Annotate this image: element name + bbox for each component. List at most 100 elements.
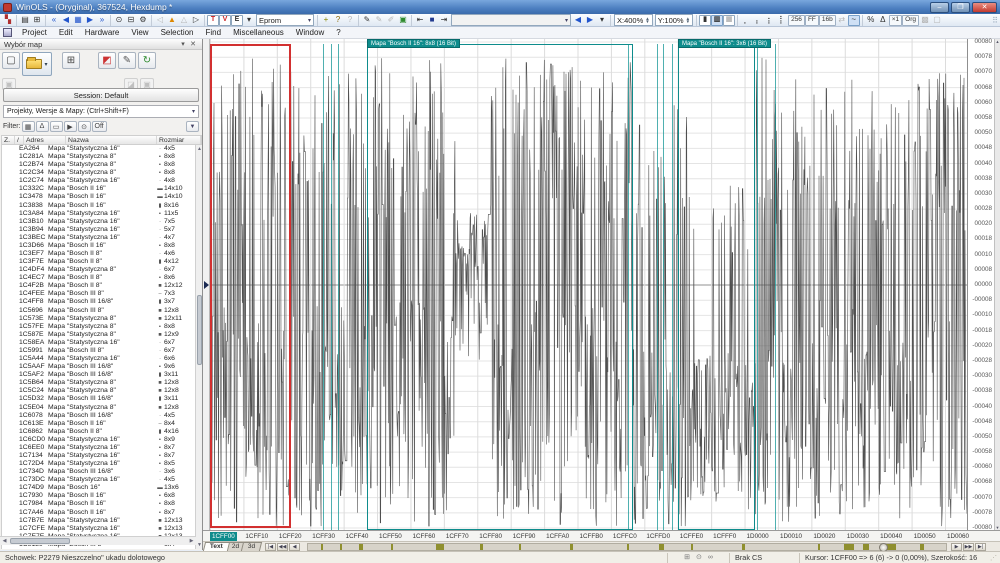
minimize-button[interactable]: – [930,2,949,13]
map-list-item[interactable]: 1C573EMapa "Statystyczna 8"■12x11 [2,315,196,323]
y-zoom-control[interactable]: Y:100%▲▼ [655,14,693,26]
panel-close-icon[interactable]: ✕ [188,40,198,48]
export-icon[interactable]: △ [178,15,190,26]
display-256-icon[interactable]: 256 [788,15,805,26]
checker-icon[interactable]: ▩ [919,15,931,26]
scroll-right-icon[interactable]: ▶ [187,537,196,546]
map-list-item[interactable]: 1C2C34Mapa "Statystyczna 8"▪8x8 [2,169,196,177]
menu-item-window[interactable]: Window [290,28,330,37]
help-icon[interactable]: ? [332,15,344,26]
2d-view-icon[interactable]: V [219,15,231,26]
filter-area-icon[interactable]: ▭ [50,121,63,132]
map-list-item[interactable]: 1C587EMapa "Statystyczna 8"■12x9 [2,331,196,339]
prev-diff-icon[interactable]: ⇤ [414,15,426,26]
resize-grip-icon[interactable]: ⋰ [990,554,1000,562]
map-list-item[interactable]: 1C3838Mapa "Bosch II 16"▮8x16 [2,202,196,210]
import-maps-icon[interactable]: ◩ [98,52,116,69]
maximize-button[interactable]: ❐ [951,2,970,13]
menu-item-selection[interactable]: Selection [155,28,200,37]
map-list-item[interactable]: 1C7CFEMapa "Statystyczna 16"■12x13 [2,525,196,533]
text-view-icon[interactable]: T [207,15,219,26]
map-list-item[interactable]: 1C4EC7Mapa "Bosch II 8"▪8x6 [2,274,196,282]
display-16bit-icon[interactable]: 16b [819,15,836,26]
menu-item-project[interactable]: Project [16,28,53,37]
scroll-far-left-button-2[interactable]: ◀ [289,543,300,551]
map-list-item[interactable]: 1C3EF7Mapa "Bosch II 8"·4x6 [2,250,196,258]
filter-cursor-icon[interactable]: ▶ [64,121,77,132]
filter-delta-icon[interactable]: Δ [36,121,49,132]
nav-prev-icon[interactable]: ◀ [572,15,584,26]
context-help-icon[interactable]: ? [344,15,356,26]
width-4byte-icon[interactable]: ⡇ [776,15,788,26]
view-dropdown-icon[interactable]: ▾ [243,15,255,26]
column-header-rozmiar[interactable]: Rozmiar [157,136,201,144]
map-tools-icon[interactable]: ✐ [385,15,397,26]
curve-mode-icon[interactable]: ~ [848,15,860,26]
view-tab-3d[interactable]: 3d [241,542,262,551]
map-list-item[interactable]: 1C4FF8Mapa "Bosch III 16/8"▮3x7 [2,298,196,306]
map-list-item[interactable]: 1C7134Mapa "Statystyczna 16"▪8x7 [2,452,196,460]
x-zoom-control[interactable]: X:400%▲▼ [614,14,653,26]
open-maps-folder-icon[interactable]: ▾ [22,52,52,76]
scroll-far-left-button-1[interactable]: ◀◀ [277,543,288,551]
next-version-icon[interactable]: ▶ [84,15,96,26]
map-list-item[interactable]: 1C3A84Mapa "Statystyczna 16"▪11x5 [2,210,196,218]
hscrollbar-thumb[interactable] [10,538,70,544]
column-header-z[interactable]: Z. [2,136,15,144]
map-region-box[interactable] [367,44,633,530]
scroll-far-right-button-2[interactable]: ▶| [975,543,986,551]
map-list-item[interactable]: 1C6862Mapa "Bosch II 8"▮4x16 [2,428,196,436]
map-info-box[interactable]: ▾ [451,14,571,26]
menu-item-find[interactable]: Find [200,28,228,37]
winols-icon[interactable]: ▚ [2,15,14,26]
filter-search-icon[interactable]: ⊙ [78,121,91,132]
map-list-item[interactable]: 1C57FEMapa "Statystyczna 8"▪8x8 [2,323,196,331]
diff-view-icon[interactable]: ■ [426,15,438,26]
search-icon[interactable]: ⊙ [113,15,125,26]
frame-icon[interactable]: ▢ [931,15,943,26]
maps-list-icon[interactable]: ▣ [397,15,409,26]
menu-item-miscellaneous[interactable]: Miscellaneous [227,28,290,37]
edit-hex-icon[interactable]: ✎ [373,15,385,26]
hexdump-chart[interactable]: Mapa "Bosch II 16": 8x8 (16 Bit)Mapa "Bo… [210,39,967,530]
map-table-hscrollbar[interactable]: ◀ ▶ [0,536,196,545]
map-wizard-icon[interactable]: ✎ [118,52,136,69]
map-list-item[interactable]: 1C3B94Mapa "Statystyczna 16"·5x7 [2,226,196,234]
difference-icon[interactable]: Δ [877,15,889,26]
project-overview-icon[interactable]: ⊞ [31,15,43,26]
map-list-item[interactable]: 1C5E04Mapa "Statystyczna 8"■12x8 [2,404,196,412]
split-window-icon[interactable]: ⊟ [125,15,137,26]
map-list-item[interactable]: 1C4FEEMapa "Bosch III 8"–7x3 [2,290,196,298]
scrollbar-thumb[interactable] [197,295,202,365]
chart-right-scrollbar[interactable]: ▲ ▼ [994,39,1000,530]
map-list-item[interactable]: 1C734DMapa "Bosch III 16/8"·3x6 [2,468,196,476]
scroll-left-icon[interactable]: ◀ [0,537,9,546]
scroll-up-icon[interactable]: ▲ [995,39,1000,44]
map-list-item[interactable]: 1C6EE0Mapa "Statystyczna 16"▪8x7 [2,444,196,452]
map-list-item[interactable]: 1C281AMapa "Statystyczna 8"▪8x8 [2,153,196,161]
filter-dropdown-icon[interactable]: ▼ [186,121,199,132]
map-list-item[interactable]: 1C613EMapa "Bosch II 16"–8x4 [2,420,196,428]
map-list-item[interactable]: 1C3B10Mapa "Statystyczna 16"·7x5 [2,218,196,226]
hardware-icon[interactable]: + [320,15,332,26]
map-list-item[interactable]: 1C5A44Mapa "Statystyczna 16"·6x6 [2,355,196,363]
map-list-item[interactable]: 1C5696Mapa "Bosch III 8"■12x8 [2,307,196,315]
map-list-item[interactable]: 1C5C24Mapa "Statystyczna 8"■12x8 [2,387,196,395]
version-list-icon[interactable]: ▦ [72,15,84,26]
map-list-item[interactable]: 1C3BECMapa "Statystyczna 16"·4x7 [2,234,196,242]
mode-columns-icon[interactable]: ▥ [711,15,723,26]
map-list-item[interactable]: 1C3478Mapa "Bosch II 16"▬14x10 [2,193,196,201]
menu-item-hardware[interactable]: Hardware [79,28,126,37]
map-list-item[interactable]: 1C73DCMapa "Statystyczna 16"·4x5 [2,476,196,484]
map-package-icon[interactable]: ⊞ [62,52,80,69]
forward-icon[interactable]: ▷ [190,15,202,26]
map-list-item[interactable]: 1C4F2BMapa "Bosch II 8"■12x12 [2,282,196,290]
original-icon[interactable]: Org [902,15,919,26]
map-list-item[interactable]: 1C5D32Mapa "Bosch III 16/8"▮3x11 [2,395,196,403]
panel-menu-icon[interactable]: ▾ [178,40,188,48]
close-button[interactable]: ✕ [972,2,997,13]
new-map-icon[interactable]: ▢ [2,52,20,69]
session-button[interactable]: Session: Default [3,88,199,102]
scroll-far-left-button-0[interactable]: |◀ [265,543,276,551]
map-list-item[interactable]: 1C7984Mapa "Bosch II 16"▪8x8 [2,500,196,508]
